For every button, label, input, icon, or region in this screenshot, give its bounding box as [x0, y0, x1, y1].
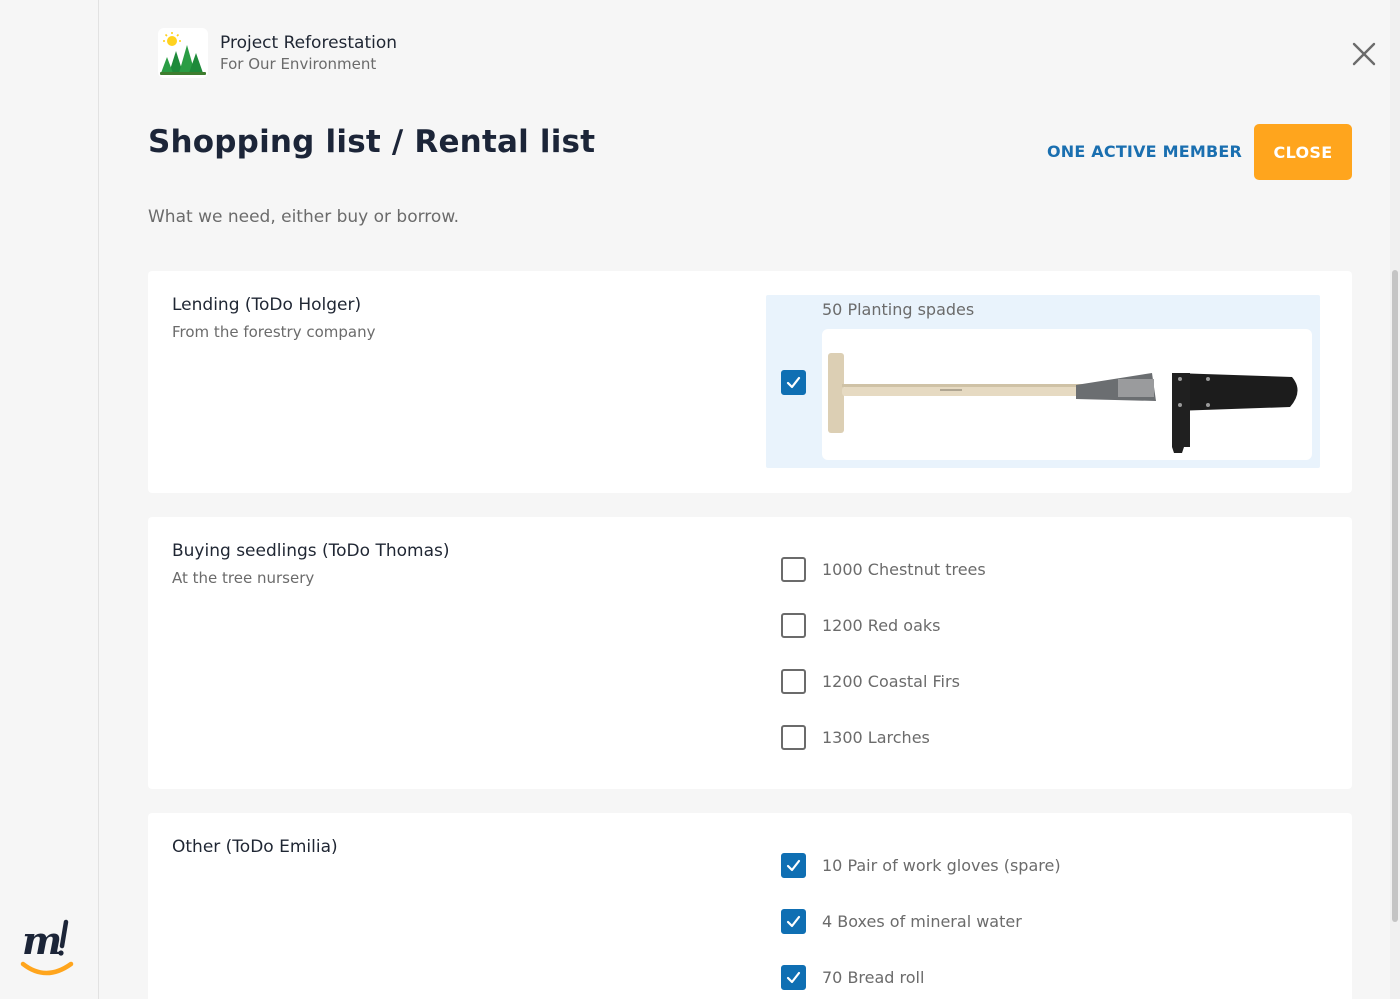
- left-rail: m: [0, 0, 99, 999]
- list-item-bread-roll[interactable]: 70 Bread roll: [766, 963, 1320, 991]
- page-title: Shopping list / Rental list: [148, 124, 596, 160]
- list-item-larches[interactable]: 1300 Larches: [766, 723, 1320, 751]
- item-label: 1200 Coastal Firs: [822, 671, 960, 691]
- item-label: 1000 Chestnut trees: [822, 559, 986, 579]
- checkmark-icon: [786, 376, 801, 389]
- item-checkbox[interactable]: [781, 556, 806, 582]
- item-checkbox[interactable]: [781, 612, 806, 638]
- list-item-coastal-firs[interactable]: 1200 Coastal Firs: [766, 667, 1320, 695]
- item-checkbox[interactable]: [781, 964, 806, 990]
- active-members-link[interactable]: ONE ACTIVE MEMBER: [1047, 142, 1242, 161]
- item-label: 1300 Larches: [822, 727, 930, 747]
- item-label: 50 Planting spades: [822, 300, 975, 319]
- section-card-other: Other (ToDo Emilia) 10 Pair of work glov…: [148, 813, 1352, 999]
- list-item-chestnut-trees[interactable]: 1000 Chestnut trees: [766, 555, 1320, 583]
- item-checkbox[interactable]: [781, 370, 806, 395]
- scrollbar-thumb[interactable]: [1392, 270, 1398, 922]
- list-item-planting-spades[interactable]: 50 Planting spades: [766, 295, 1320, 468]
- item-checkbox[interactable]: [781, 724, 806, 750]
- list-item-mineral-water[interactable]: 4 Boxes of mineral water: [766, 907, 1320, 935]
- svg-text:m: m: [22, 918, 62, 963]
- close-icon[interactable]: [1350, 40, 1378, 68]
- item-checkbox[interactable]: [781, 668, 806, 694]
- project-logo: [158, 28, 208, 78]
- item-checkbox[interactable]: [781, 908, 806, 934]
- section-title: Lending (ToDo Holger): [172, 295, 362, 315]
- project-tagline: For Our Environment: [220, 54, 377, 73]
- brand-logo[interactable]: m: [20, 916, 78, 984]
- section-title: Other (ToDo Emilia): [172, 837, 338, 857]
- list-item-red-oaks[interactable]: 1200 Red oaks: [766, 611, 1320, 639]
- planting-spade-image: [822, 329, 1312, 460]
- section-title: Buying seedlings (ToDo Thomas): [172, 541, 450, 561]
- item-label: 1200 Red oaks: [822, 615, 941, 635]
- project-name: Project Reforestation: [220, 32, 398, 53]
- project-header: Project Reforestation For Our Environmen…: [158, 28, 397, 78]
- checkmark-icon: [786, 971, 801, 983]
- checkmark-icon: [786, 859, 801, 871]
- item-label: 10 Pair of work gloves (spare): [822, 855, 1061, 875]
- section-card-seedlings: Buying seedlings (ToDo Thomas) At the tr…: [148, 517, 1352, 789]
- item-label: 4 Boxes of mineral water: [822, 911, 1022, 931]
- checkmark-icon: [786, 915, 801, 927]
- forest-sun-icon: [160, 32, 206, 75]
- close-button[interactable]: CLOSE: [1254, 124, 1352, 180]
- section-description: From the forestry company: [172, 323, 376, 341]
- item-label: 70 Bread roll: [822, 967, 925, 987]
- item-checkbox[interactable]: [781, 852, 806, 878]
- list-item-work-gloves[interactable]: 10 Pair of work gloves (spare): [766, 851, 1320, 879]
- shopping-list-panel: Project Reforestation For Our Environmen…: [100, 0, 1400, 999]
- section-card-lending: Lending (ToDo Holger) From the forestry …: [148, 271, 1352, 493]
- page-subtitle: What we need, either buy or borrow.: [148, 207, 460, 227]
- section-description: At the tree nursery: [172, 569, 315, 587]
- scrollbar-track[interactable]: [1390, 0, 1400, 999]
